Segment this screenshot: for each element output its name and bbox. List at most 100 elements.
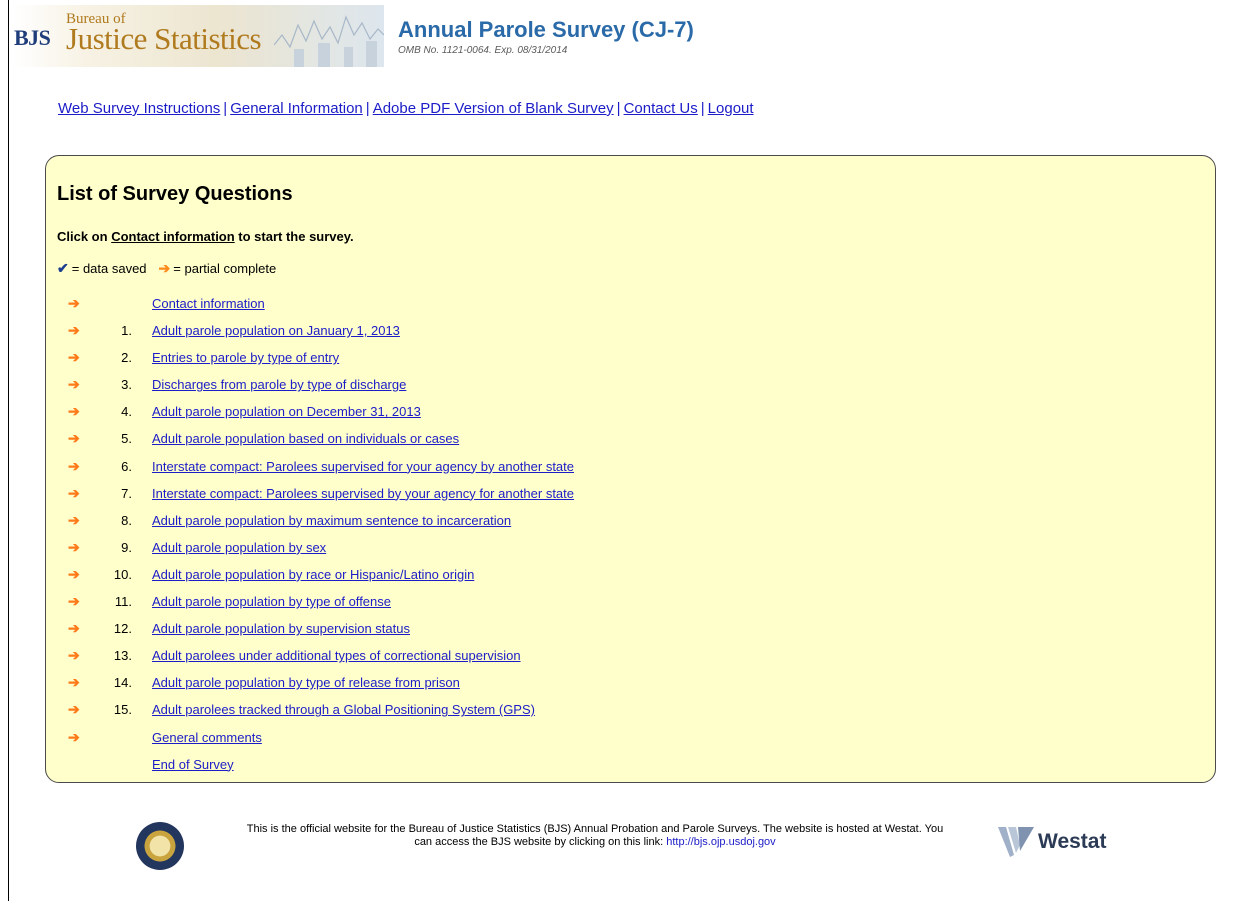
question-row: ➔ 11. Adult parole population by type of o… (46, 591, 1215, 618)
instruction-prefix: Click on (57, 229, 112, 244)
status-legend: ✔ = data saved ➔ = partial complete (57, 260, 276, 277)
question-link[interactable]: Interstate compact: Parolees supervised … (152, 486, 574, 501)
end-of-survey-link[interactable]: End of Survey (152, 757, 234, 772)
doj-seal-icon (136, 822, 184, 870)
question-row: ➔ 1. Adult parole population on January 1,… (46, 320, 1215, 347)
question-row: ➔ 2. Entries to parole by type of entry (46, 347, 1215, 374)
question-number: 10. (113, 566, 132, 582)
question-link[interactable]: Adult parole population based on individ… (152, 431, 459, 446)
question-link[interactable]: Adult parole population on December 31, … (152, 404, 421, 419)
bjs-website-link[interactable]: http://bjs.ojp.usdoj.gov (666, 836, 775, 848)
arrow-right-icon: ➔ (68, 430, 80, 447)
question-row: ➔ 7. Interstate compact: Parolees supervis… (46, 483, 1215, 510)
question-link[interactable]: Adult parole population on January 1, 20… (152, 323, 400, 338)
question-row: ➔ 10. Adult parole population by race or H… (46, 564, 1215, 591)
question-link[interactable]: Contact information (152, 296, 265, 311)
arrow-right-icon: ➔ (68, 403, 80, 420)
question-number: 9. (121, 539, 132, 555)
nav-web-survey-instructions[interactable]: Web Survey Instructions (58, 100, 220, 117)
question-number: 3. (121, 377, 132, 393)
question-number: 14. (113, 675, 132, 691)
westat-logo: Westat (998, 822, 1106, 862)
instruction-contact-link[interactable]: Contact information (111, 229, 235, 244)
question-row: ➔ 6. Interstate compact: Parolees supervis… (46, 456, 1215, 483)
panel-title: List of Survey Questions (57, 183, 293, 205)
omb-number: OMB No. 1121-0064. Exp. 08/31/2014 (398, 45, 568, 56)
nav-separator: | (365, 100, 370, 117)
skyline-icon (274, 15, 384, 67)
westat-wordmark: Westat (1038, 830, 1107, 853)
survey-title: Annual Parole Survey (CJ-7) (398, 17, 694, 42)
question-row: ➔ 4. Adult parole population on December 3… (46, 401, 1215, 428)
arrow-right-icon: ➔ (68, 674, 80, 691)
question-link[interactable]: Adult parole population by supervision s… (152, 621, 410, 636)
question-row: ➔ 9. Adult parole population by sex (46, 537, 1215, 564)
arrow-right-icon: ➔ (68, 457, 80, 474)
question-row: ➔ Contact information (46, 293, 1215, 320)
question-row: ➔ 5. Adult parole population based on indi… (46, 428, 1215, 455)
question-number: 5. (121, 431, 132, 447)
question-number: 4. (121, 404, 132, 420)
nav-pdf-blank-survey[interactable]: Adobe PDF Version of Blank Survey (373, 100, 614, 117)
bjs-logo[interactable]: BJS Bureau of Justice Statistics (12, 5, 384, 67)
arrow-right-icon: ➔ (68, 728, 80, 745)
question-row: ➔ 12. Adult parole population by supervisi… (46, 618, 1215, 645)
question-link[interactable]: Adult parolees tracked through a Global … (152, 702, 535, 717)
arrow-right-icon: ➔ (68, 565, 80, 582)
question-link[interactable]: Adult parole population by type of offen… (152, 594, 391, 609)
arrow-right-icon: ➔ (68, 647, 80, 664)
nav-contact-us[interactable]: Contact Us (624, 100, 698, 117)
legend-saved-label: = data saved (71, 261, 147, 276)
header: BJS Bureau of Justice Statistics Annual … (12, 5, 812, 67)
question-link[interactable]: Adult parolees under additional types of… (152, 648, 521, 663)
logo-abbr: BJS (14, 25, 51, 50)
logo-line2: Justice Statistics (66, 21, 262, 56)
arrow-right-icon: ➔ (68, 376, 80, 393)
question-number: 6. (121, 458, 132, 474)
arrow-right-icon: ➔ (68, 484, 80, 501)
question-link[interactable]: General comments (152, 730, 262, 745)
question-number: 11. (114, 594, 132, 610)
question-number: 2. (121, 350, 132, 366)
instruction-suffix: to start the survey. (234, 229, 354, 244)
question-row: ➔ 3. Discharges from parole by type of dis… (46, 374, 1215, 401)
nav-logout[interactable]: Logout (708, 100, 754, 117)
arrow-right-icon: ➔ (68, 620, 80, 637)
arrow-right-icon: ➔ (68, 349, 80, 366)
question-link[interactable]: Adult parole population by race or Hispa… (152, 567, 474, 582)
arrow-right-icon: ➔ (68, 295, 80, 311)
survey-questions-panel: List of Survey Questions Click on Contac… (45, 155, 1216, 783)
question-link[interactable]: Entries to parole by type of entry (152, 350, 339, 365)
checkmark-icon: ✔ (57, 260, 69, 276)
nav-general-information[interactable]: General Information (230, 100, 363, 117)
question-number: 8. (121, 512, 132, 528)
nav-separator: | (616, 100, 621, 117)
question-number: 7. (121, 485, 132, 501)
question-link[interactable]: Adult parole population by type of relea… (152, 675, 460, 690)
footer-text: This is the official website for the Bur… (195, 823, 995, 849)
question-link[interactable]: Adult parole population by maximum sente… (152, 513, 511, 528)
arrow-right-icon: ➔ (158, 260, 171, 276)
question-link[interactable]: Interstate compact: Parolees supervised … (152, 459, 574, 474)
question-row: End of Survey (46, 754, 1215, 781)
arrow-right-icon: ➔ (68, 701, 80, 718)
question-row: ➔ 15. Adult parolees tracked through a Glo… (46, 699, 1215, 726)
nav-separator: | (700, 100, 705, 117)
footer-line2: can access the BJS website by clicking o… (414, 836, 667, 848)
arrow-right-icon: ➔ (68, 322, 80, 339)
start-instruction: Click on Contact information to start th… (57, 229, 354, 244)
top-nav: Web Survey Instructions | General Informat… (58, 100, 754, 117)
question-row: ➔ 8. Adult parole population by maximum se… (46, 510, 1215, 537)
arrow-right-icon: ➔ (68, 511, 80, 528)
question-row: ➔ General comments (46, 727, 1215, 754)
question-row: ➔ 14. Adult parole population by type of r… (46, 672, 1215, 699)
question-list: ➔ Contact information ➔ 1. Adult parole pop… (46, 293, 1215, 781)
question-link[interactable]: Adult parole population by sex (152, 540, 326, 555)
nav-separator: | (223, 100, 228, 117)
footer-line1: This is the official website for the Bur… (246, 823, 944, 835)
arrow-right-icon: ➔ (68, 593, 80, 610)
question-link[interactable]: Discharges from parole by type of discha… (152, 377, 406, 392)
question-number: 13. (113, 648, 132, 664)
question-row: ➔ 13. Adult parolees under additional type… (46, 645, 1215, 672)
question-number: 12. (113, 621, 132, 637)
